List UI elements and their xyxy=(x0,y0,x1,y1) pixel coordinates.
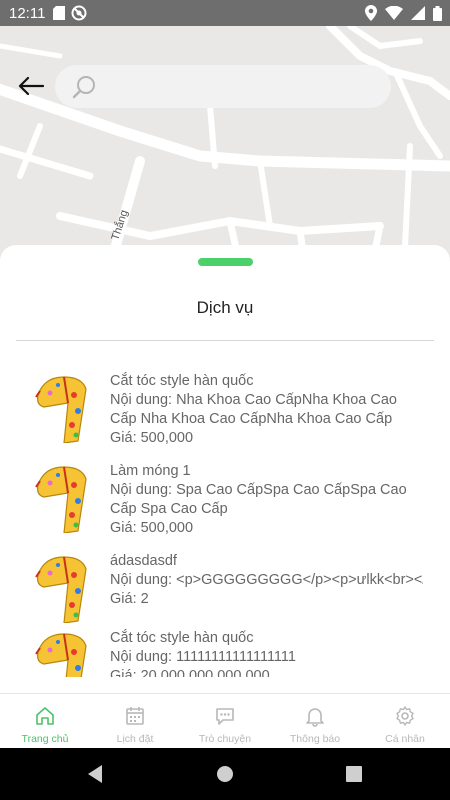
service-thumbnail-icon xyxy=(35,556,87,623)
service-price: Giá: 20,000,000,000,000 xyxy=(110,668,270,677)
service-price: Giá: 500,000 xyxy=(110,430,194,446)
service-thumbnail-icon xyxy=(35,376,87,443)
search-bar[interactable] xyxy=(55,65,391,108)
search-input[interactable] xyxy=(105,65,391,108)
service-content: Nội dung: Spa Cao CấpSpa Cao CấpSpa Cao … xyxy=(110,482,407,517)
bell-icon xyxy=(306,708,324,727)
system-recents-icon[interactable] xyxy=(345,764,363,784)
sync-disabled-icon xyxy=(71,5,87,21)
tab-notifications[interactable]: Thông báo xyxy=(270,694,360,749)
service-price: Giá: 500,000 xyxy=(110,520,194,536)
location-icon xyxy=(365,5,377,21)
home-icon xyxy=(36,707,54,725)
sheet-title: Dịch vụ xyxy=(196,298,254,317)
service-price: Giá: 2 xyxy=(110,591,149,607)
service-thumbnail-icon xyxy=(35,633,87,677)
sd-card-icon xyxy=(53,6,66,20)
bottom-navigation: Trang chủ Lịch đặt Trò chuyện Thông báo … xyxy=(0,693,450,749)
status-time: 12:11 xyxy=(9,4,46,22)
sheet-drag-handle[interactable] xyxy=(198,258,253,266)
divider xyxy=(16,340,434,341)
system-home-icon[interactable] xyxy=(216,764,234,784)
service-item[interactable]: Cắt tóc style hàn quốc Nội dung: Nha Kho… xyxy=(0,360,450,450)
tab-chat-label: Trò chuyện xyxy=(198,733,252,745)
service-content: Nội dung: 11111111111111111 xyxy=(110,649,296,665)
system-navigation-bar xyxy=(0,748,450,800)
system-back-icon[interactable] xyxy=(86,764,104,784)
tab-schedule-label: Lịch đặt xyxy=(116,733,154,745)
tab-chat[interactable]: Trò chuyện xyxy=(180,694,270,749)
tab-notifications-label: Thông báo xyxy=(289,733,341,745)
tab-home[interactable]: Trang chủ xyxy=(0,694,90,749)
gear-icon xyxy=(396,706,414,726)
battery-icon xyxy=(433,5,442,21)
back-button[interactable] xyxy=(16,73,46,99)
services-sheet: Dịch vụ Cắt tóc style hàn quốc Nội dung:… xyxy=(0,245,450,695)
tab-home-label: Trang chủ xyxy=(21,733,69,745)
chat-icon xyxy=(216,708,234,725)
wifi-icon xyxy=(385,6,403,20)
tab-schedule[interactable]: Lịch đặt xyxy=(90,694,180,749)
service-title: Làm móng 1 xyxy=(110,463,191,479)
status-bar: 12:11 xyxy=(0,0,450,26)
map-view[interactable]: Thắng xyxy=(0,26,450,266)
service-item[interactable]: Cắt tóc style hàn quốc Nội dung: 1111111… xyxy=(0,617,450,677)
service-title: Cắt tóc style hàn quốc xyxy=(110,373,254,389)
service-title: ádasdasdf xyxy=(110,553,177,569)
service-thumbnail-icon xyxy=(35,466,87,533)
search-icon xyxy=(72,75,95,98)
service-item[interactable]: Làm móng 1 Nội dung: Spa Cao CấpSpa Cao … xyxy=(0,450,450,540)
service-title: Cắt tóc style hàn quốc xyxy=(110,630,254,646)
service-content: Nội dung: Nha Khoa Cao CấpNha Khoa Cao C… xyxy=(110,392,397,427)
service-content: Nội dung: <p>GGGGGGGGG</p><p>ưlkk<br></p… xyxy=(110,572,423,588)
calendar-icon xyxy=(126,707,144,725)
arrow-left-icon xyxy=(18,77,44,95)
tab-profile[interactable]: Cá nhân xyxy=(360,694,450,749)
signal-icon xyxy=(411,6,425,20)
tab-profile-label: Cá nhân xyxy=(385,733,425,745)
